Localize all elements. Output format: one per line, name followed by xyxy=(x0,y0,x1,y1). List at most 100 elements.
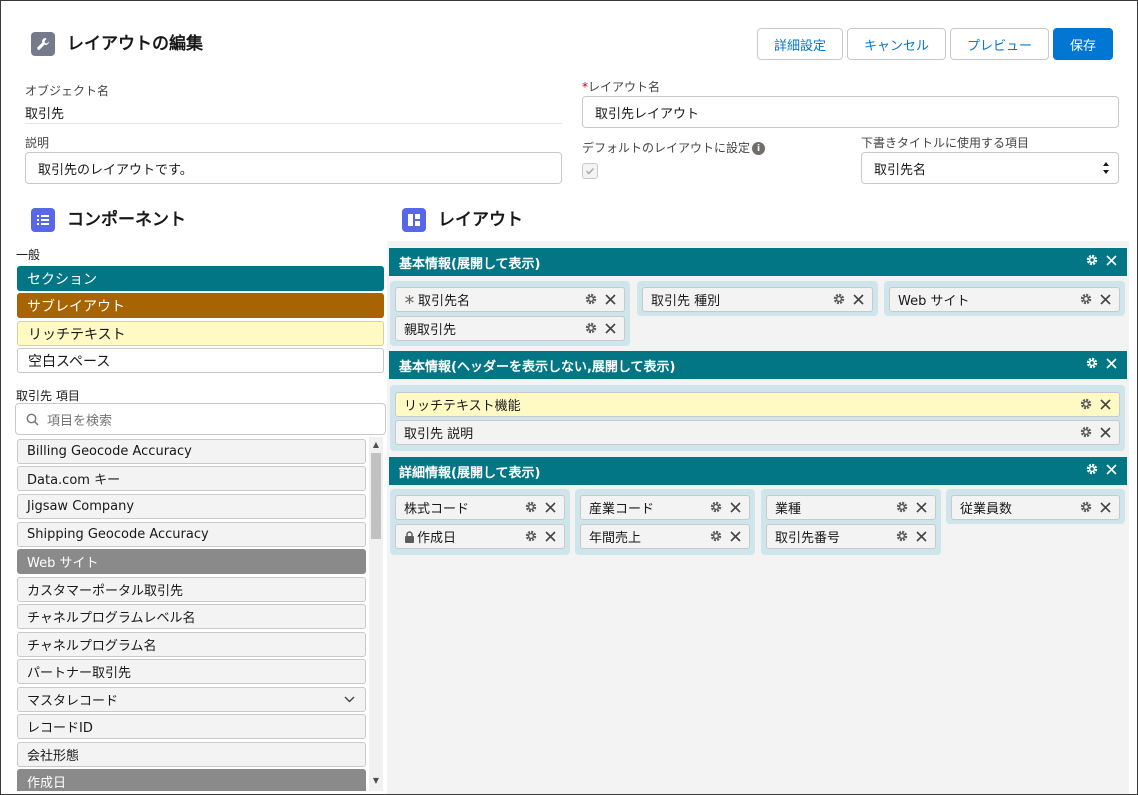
field-shipping-geocode-accuracy[interactable]: Shipping Geocode Accuracy xyxy=(17,522,366,547)
gear-icon[interactable] xyxy=(710,530,722,542)
layout-field-annual-revenue[interactable]: 年間売上 xyxy=(580,524,750,549)
field-list-scrollbar[interactable]: ▲ ▼ xyxy=(369,437,383,791)
field-record-id[interactable]: レコードID xyxy=(17,714,366,739)
layout-field-stock-code[interactable]: 株式コード xyxy=(395,495,565,520)
gear-icon[interactable] xyxy=(1086,357,1098,369)
wrench-icon xyxy=(31,32,55,56)
gear-icon[interactable] xyxy=(525,501,537,513)
scroll-up-icon[interactable]: ▲ xyxy=(372,441,380,449)
close-icon[interactable] xyxy=(1100,426,1111,438)
palette-sublayout[interactable]: サブレイアウト xyxy=(17,293,384,318)
close-icon[interactable] xyxy=(1106,357,1117,369)
search-icon xyxy=(26,413,39,425)
check-icon xyxy=(585,167,595,175)
save-button[interactable]: 保存 xyxy=(1053,28,1113,60)
field-label: Web サイト xyxy=(898,294,970,309)
layout-section-1[interactable]: 基本情報(展開して表示) xyxy=(389,248,1127,276)
layout-section-3[interactable]: 詳細情報(展開して表示) xyxy=(389,457,1127,485)
gear-icon[interactable] xyxy=(896,530,908,542)
gear-icon[interactable] xyxy=(1080,398,1092,410)
chevron-down-icon[interactable] xyxy=(344,696,355,703)
close-icon[interactable] xyxy=(545,530,556,542)
description-input[interactable]: 取引先のレイアウトです。 xyxy=(25,152,562,184)
layout-field-rich-text[interactable]: リッチテキスト機能 xyxy=(395,392,1120,417)
field-label: 取引先 説明 xyxy=(404,427,474,442)
layout-icon xyxy=(402,208,426,232)
preview-button[interactable]: プレビュー xyxy=(950,28,1049,60)
field-company-type[interactable]: 会社形態 xyxy=(17,742,366,767)
description-label: 説明 xyxy=(25,136,50,150)
palette-rich-text[interactable]: リッチテキスト xyxy=(17,321,384,346)
close-icon[interactable] xyxy=(1106,463,1117,475)
layout-field-account-name[interactable]: 取引先名 xyxy=(395,287,625,312)
advanced-settings-button[interactable]: 詳細設定 xyxy=(757,28,843,60)
field-partner-account[interactable]: パートナー取引先 xyxy=(17,659,366,684)
asterisk-icon xyxy=(404,294,415,305)
field-label: 取引先番号 xyxy=(775,531,841,546)
layout-section-2[interactable]: 基本情報(ヘッダーを表示しない,展開して表示) xyxy=(389,351,1127,379)
layout-field-industry-code[interactable]: 産業コード xyxy=(580,495,750,520)
palette-blank-space[interactable]: 空白スペース xyxy=(17,348,384,373)
close-icon[interactable] xyxy=(1100,293,1111,305)
components-title: コンポーネント xyxy=(67,210,186,230)
field-channel-program[interactable]: チャネルプログラム名 xyxy=(17,632,366,657)
close-icon[interactable] xyxy=(605,322,616,334)
palette-section[interactable]: セクション xyxy=(17,266,384,291)
gear-icon[interactable] xyxy=(896,501,908,513)
field-master-record[interactable]: マスタレコード xyxy=(17,687,366,712)
close-icon[interactable] xyxy=(545,501,556,513)
info-icon[interactable]: i xyxy=(752,142,766,155)
field-channel-program-level[interactable]: チャネルプログラムレベル名 xyxy=(17,604,366,629)
default-layout-label-text: デフォルトのレイアウトに設定 xyxy=(582,141,751,155)
field-search-input[interactable]: 項目を検索 xyxy=(15,403,386,435)
gear-icon[interactable] xyxy=(1080,293,1092,305)
layout-field-account-number[interactable]: 取引先番号 xyxy=(766,524,936,549)
layout-field-industry[interactable]: 業種 xyxy=(766,495,936,520)
close-icon[interactable] xyxy=(605,293,616,305)
layout-field-website[interactable]: Web サイト xyxy=(889,287,1120,312)
gear-icon[interactable] xyxy=(585,322,597,334)
field-label: リッチテキスト機能 xyxy=(404,399,521,414)
close-icon[interactable] xyxy=(730,501,741,513)
gear-icon[interactable] xyxy=(1080,501,1092,513)
field-label: 年間売上 xyxy=(589,531,642,546)
layout-field-created-date[interactable]: 作成日 xyxy=(395,524,565,549)
gear-icon[interactable] xyxy=(1086,254,1098,266)
gear-icon[interactable] xyxy=(1080,426,1092,438)
field-label: 取引先名 xyxy=(418,294,471,309)
close-icon[interactable] xyxy=(1100,501,1111,513)
field-customer-portal-account[interactable]: カスタマーポータル取引先 xyxy=(17,577,366,602)
close-icon[interactable] xyxy=(853,293,864,305)
gear-icon[interactable] xyxy=(1086,463,1098,475)
layout-field-account-type[interactable]: 取引先 種別 xyxy=(642,287,873,312)
select-arrows-icon xyxy=(1102,159,1110,177)
default-layout-checkbox[interactable] xyxy=(582,163,598,179)
draft-title-value: 取引先名 xyxy=(874,162,927,178)
gear-icon[interactable] xyxy=(833,293,845,305)
layout-name-input[interactable]: 取引先レイアウト xyxy=(582,96,1119,128)
close-icon[interactable] xyxy=(916,530,927,542)
field-label: 作成日 xyxy=(417,531,457,546)
scroll-thumb[interactable] xyxy=(371,453,381,539)
draft-title-select[interactable]: 取引先名 xyxy=(861,152,1119,184)
cancel-button[interactable]: キャンセル xyxy=(847,28,946,60)
close-icon[interactable] xyxy=(1106,254,1117,266)
gear-icon[interactable] xyxy=(710,501,722,513)
close-icon[interactable] xyxy=(730,530,741,542)
scroll-down-icon[interactable]: ▼ xyxy=(372,777,380,785)
close-icon[interactable] xyxy=(1100,398,1111,410)
field-billing-geocode-accuracy[interactable]: Billing Geocode Accuracy xyxy=(17,439,366,464)
field-created-date: 作成日 xyxy=(17,769,366,791)
layout-field-parent-account[interactable]: 親取引先 xyxy=(395,316,625,341)
field-label: 親取引先 xyxy=(404,323,457,338)
gear-icon[interactable] xyxy=(585,293,597,305)
page-title: レイアウトの編集 xyxy=(67,34,203,54)
field-label: 産業コード xyxy=(589,502,655,517)
field-datacom-key[interactable]: Data.com キー xyxy=(17,466,366,491)
field-jigsaw-company[interactable]: Jigsaw Company xyxy=(17,494,366,519)
section-title: 詳細情報(展開して表示) xyxy=(399,465,541,481)
close-icon[interactable] xyxy=(916,501,927,513)
gear-icon[interactable] xyxy=(525,530,537,542)
layout-field-account-description[interactable]: 取引先 説明 xyxy=(395,420,1120,445)
layout-field-employees[interactable]: 従業員数 xyxy=(951,495,1120,520)
